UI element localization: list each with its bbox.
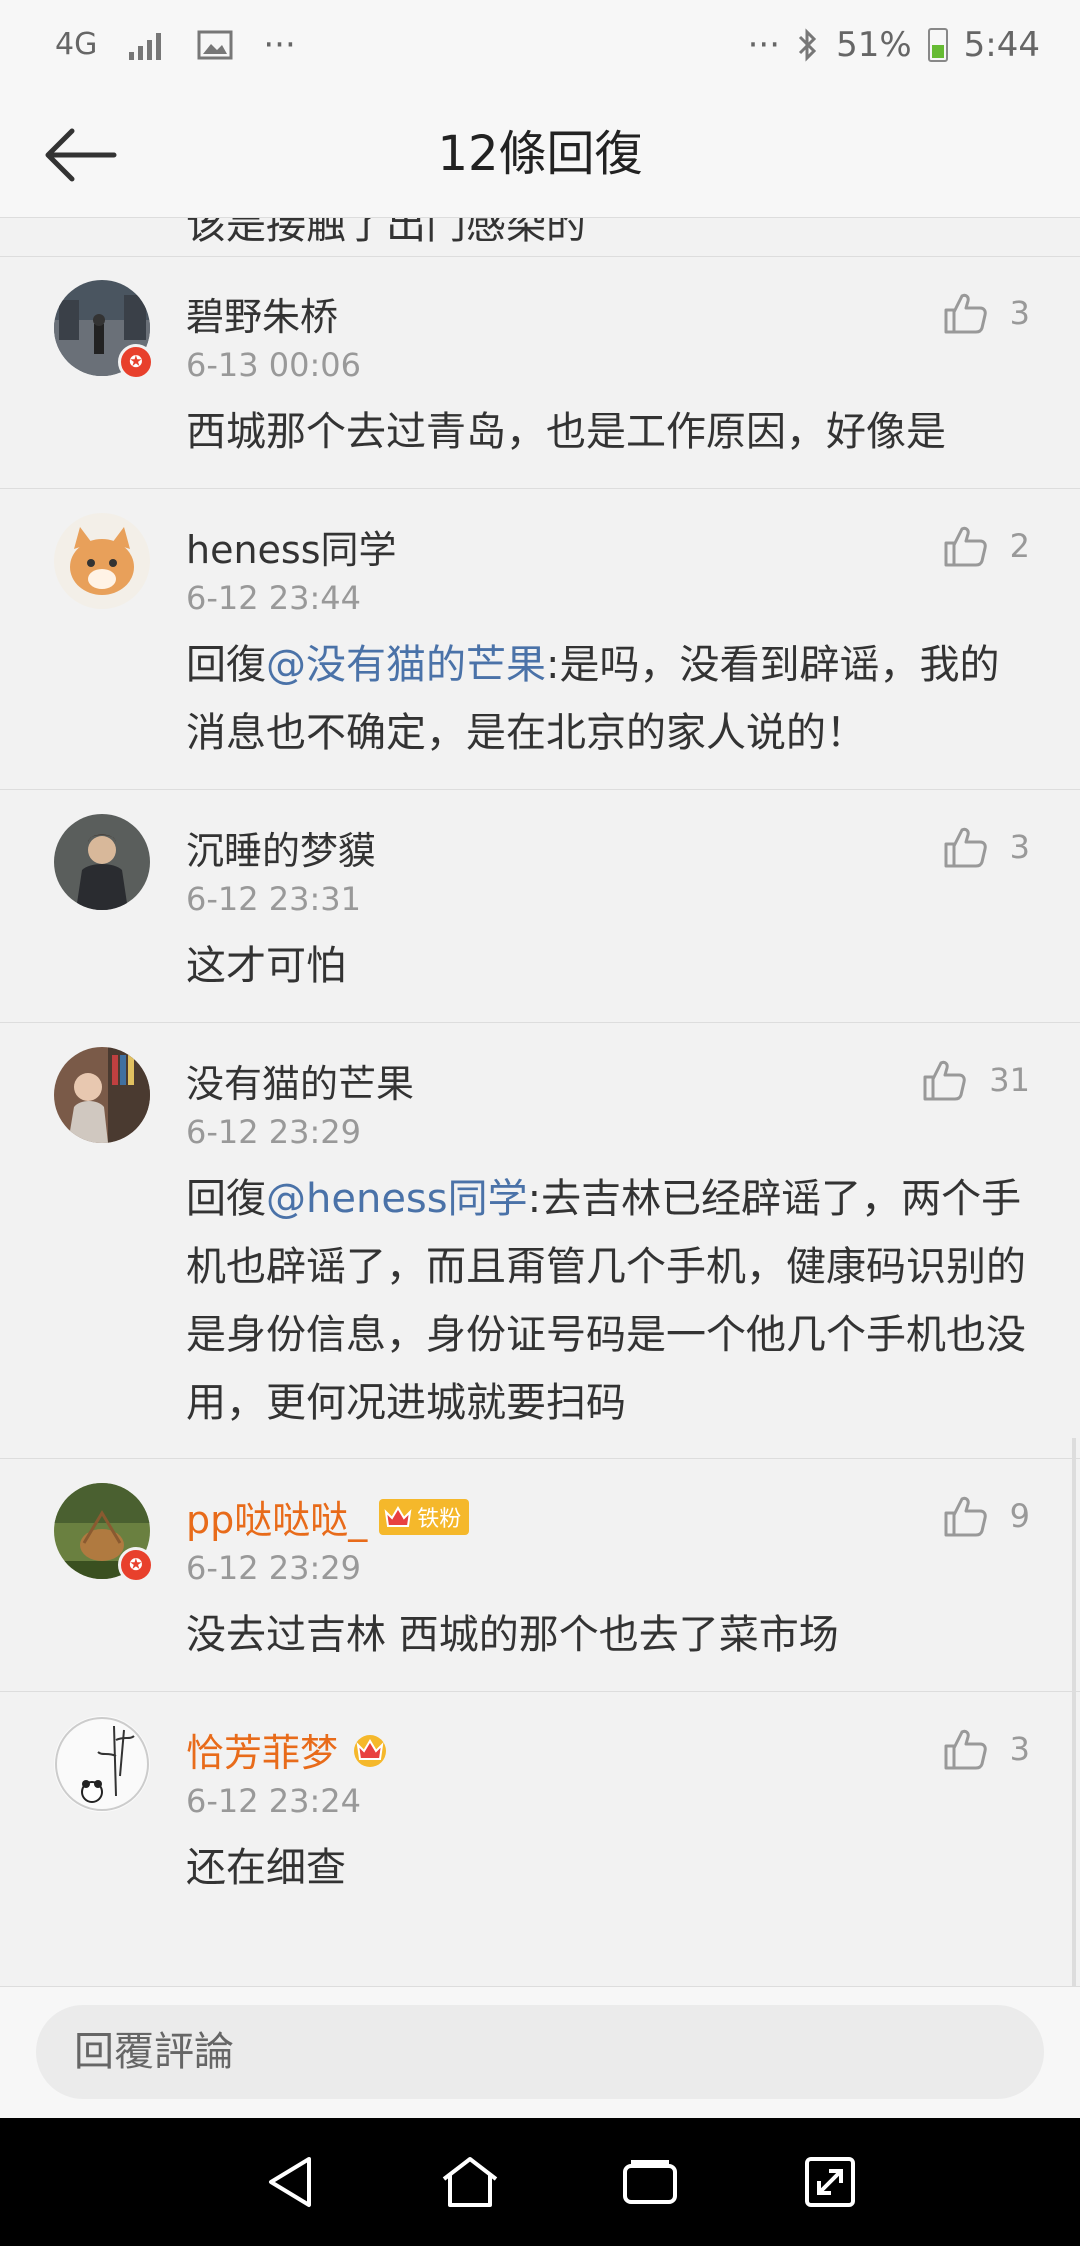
avatar[interactable] bbox=[54, 513, 150, 609]
comment-item[interactable]: 没有猫的芒果 6-12 23:29 31 回復@heness同学:去吉林已经辟谣… bbox=[0, 1023, 1080, 1459]
thumbs-up-icon bbox=[944, 1496, 987, 1537]
timestamp: 6-12 23:29 bbox=[186, 1113, 362, 1151]
back-button[interactable] bbox=[40, 120, 120, 190]
like-count: 9 bbox=[1009, 1497, 1030, 1535]
comment-text: 西城那个去过青岛，也是工作原因，好像是 bbox=[186, 409, 946, 455]
like-button[interactable]: 31 bbox=[921, 1057, 1030, 1103]
username[interactable]: heness同学 bbox=[186, 519, 397, 574]
like-count: 3 bbox=[1009, 1730, 1030, 1768]
clock: 5:44 bbox=[963, 25, 1040, 65]
battery-percent: 51% bbox=[836, 25, 912, 65]
reply-prefix: 回復 bbox=[186, 642, 266, 688]
comment-item[interactable]: ✪ 碧野朱桥 6-13 00:06 3 西城那个去过青岛，也是工作原因，好像是 bbox=[0, 256, 1080, 489]
signal-icon bbox=[127, 30, 167, 60]
reply-list[interactable]: 该是接触了出门感染的 ✪ 碧野朱桥 6-13 00:06 3 西城那个去过青岛，… bbox=[0, 218, 1080, 1986]
nav-back-button[interactable] bbox=[250, 2142, 330, 2222]
crown-icon bbox=[354, 1734, 387, 1767]
like-count: 3 bbox=[1009, 294, 1030, 332]
scrollbar[interactable] bbox=[1072, 1438, 1076, 1986]
system-nav-bar bbox=[0, 2118, 1080, 2246]
thumbs-up-icon bbox=[923, 1060, 967, 1101]
image-icon bbox=[197, 30, 233, 60]
mention-link[interactable]: @heness同学 bbox=[266, 1176, 528, 1222]
like-button[interactable]: 2 bbox=[942, 523, 1030, 569]
verified-badge-icon: ✪ bbox=[118, 1547, 154, 1583]
fan-badge-label: 铁粉 bbox=[417, 1506, 462, 1532]
expand-icon bbox=[805, 2157, 855, 2207]
comment-text: 回復@没有猫的芒果:是吗，没看到辟谣，我的消息也不确定，是在北京的家人说的！ bbox=[186, 642, 1000, 756]
partial-comment-text: 该是接触了出门感染的 bbox=[186, 218, 586, 248]
comment-item[interactable]: 沉睡的梦貘 6-12 23:31 3 这才可怕 bbox=[0, 790, 1080, 1023]
network-type: 4G bbox=[55, 27, 98, 62]
header: 12條回復 bbox=[0, 90, 1080, 218]
comment-item[interactable]: ✪ pp哒哒哒_ 铁粉 6-12 23:29 9 没去过吉林 西城的那个也去了菜… bbox=[0, 1459, 1080, 1692]
more-notifications-dots: ··· bbox=[263, 25, 296, 65]
nav-recents-button[interactable] bbox=[610, 2142, 690, 2222]
thumbs-up-icon bbox=[944, 526, 987, 567]
thumbs-up-icon bbox=[944, 293, 987, 334]
timestamp: 6-13 00:06 bbox=[186, 346, 362, 384]
nav-home-button[interactable] bbox=[430, 2142, 510, 2222]
avatar[interactable] bbox=[54, 814, 150, 910]
page-title: 12條回復 bbox=[437, 126, 643, 182]
timestamp: 6-12 23:24 bbox=[186, 1782, 362, 1820]
like-button[interactable]: 3 bbox=[942, 1726, 1030, 1772]
like-count: 2 bbox=[1009, 527, 1030, 565]
username[interactable]: pp哒哒哒_ 铁粉 bbox=[186, 1489, 470, 1544]
reply-input[interactable]: 回覆評論 bbox=[36, 2005, 1044, 2099]
arrow-left-icon bbox=[45, 128, 117, 182]
comment-text: 没去过吉林 西城的那个也去了菜市场 bbox=[186, 1612, 839, 1658]
username[interactable]: 恰芳菲梦 bbox=[186, 1722, 390, 1777]
fan-badge: 铁粉 bbox=[379, 1498, 470, 1535]
more-status-dots: ··· bbox=[747, 25, 781, 65]
recents-icon bbox=[623, 2160, 677, 2204]
like-count: 31 bbox=[989, 1061, 1030, 1099]
triangle-back-icon bbox=[269, 2157, 311, 2207]
username[interactable]: 沉睡的梦貘 bbox=[186, 820, 376, 875]
thumbs-up-icon bbox=[944, 827, 987, 868]
reply-prefix: 回復 bbox=[186, 1176, 266, 1222]
partial-comment: 该是接触了出门感染的 bbox=[0, 218, 1080, 257]
battery-icon bbox=[927, 28, 948, 62]
username[interactable]: 碧野朱桥 bbox=[186, 286, 338, 341]
username[interactable]: 没有猫的芒果 bbox=[186, 1053, 414, 1108]
comment-text: 这才可怕 bbox=[186, 943, 346, 989]
thumbs-up-icon bbox=[944, 1729, 987, 1770]
timestamp: 6-12 23:29 bbox=[186, 1549, 362, 1587]
avatar[interactable] bbox=[54, 1716, 150, 1812]
mention-link[interactable]: @没有猫的芒果 bbox=[266, 642, 546, 688]
comment-text: 回復@heness同学:去吉林已经辟谣了，两个手机也辟谣了，而且甭管几个手机，健… bbox=[186, 1176, 1026, 1426]
avatar[interactable] bbox=[54, 1047, 150, 1143]
like-button[interactable]: 3 bbox=[942, 824, 1030, 870]
verified-badge-icon: ✪ bbox=[118, 344, 154, 380]
comment-item[interactable]: heness同学 6-12 23:44 2 回復@没有猫的芒果:是吗，没看到辟谣… bbox=[0, 489, 1080, 790]
status-bar: 4G ··· ··· 51% 5:44 bbox=[0, 0, 1080, 90]
crown-icon bbox=[384, 1505, 412, 1527]
like-button[interactable]: 3 bbox=[942, 290, 1030, 336]
home-icon bbox=[442, 2157, 498, 2207]
nav-expand-button[interactable] bbox=[790, 2142, 870, 2222]
reply-bar: 回覆評論 bbox=[0, 1986, 1080, 2118]
timestamp: 6-12 23:31 bbox=[186, 880, 362, 918]
timestamp: 6-12 23:44 bbox=[186, 579, 362, 617]
like-count: 3 bbox=[1009, 828, 1030, 866]
comment-text: 还在细查 bbox=[186, 1845, 346, 1891]
like-button[interactable]: 9 bbox=[942, 1493, 1030, 1539]
comment-item[interactable]: 恰芳菲梦 6-12 23:24 3 还在细查 bbox=[0, 1692, 1080, 1952]
bluetooth-icon bbox=[796, 27, 820, 63]
